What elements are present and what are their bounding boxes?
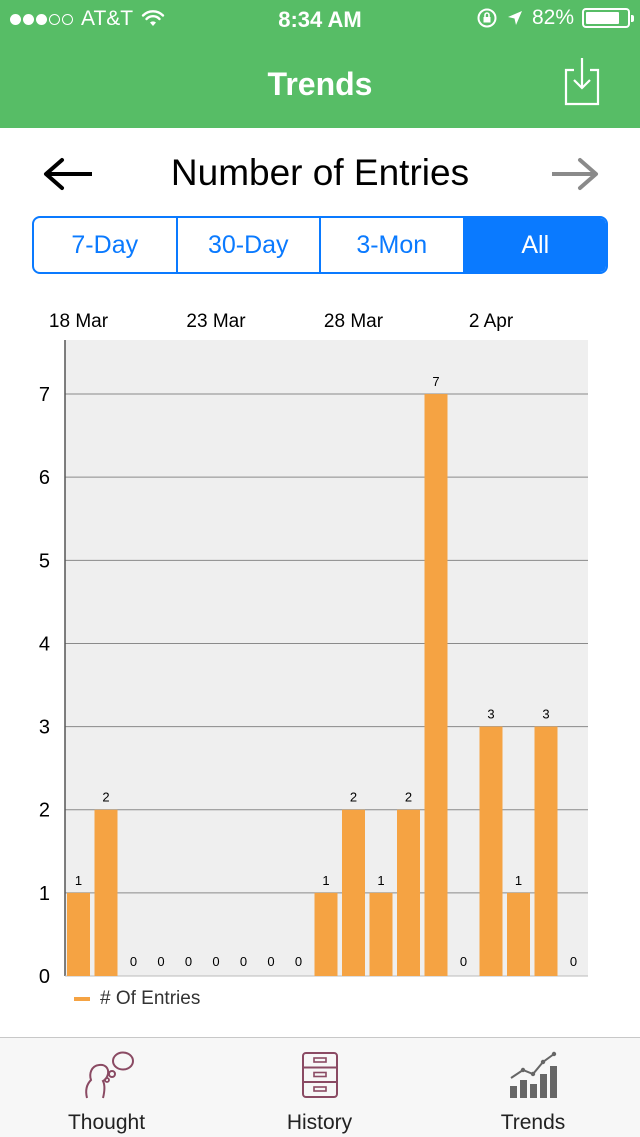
chart-title: Number of Entries [170, 152, 470, 193]
x-tick-label: 28 Mar [324, 311, 384, 332]
bar [342, 809, 365, 976]
y-tick-label: 4 [39, 633, 50, 655]
rotation-lock-icon [477, 8, 497, 28]
export-download-icon[interactable] [562, 56, 602, 108]
y-tick-label: 7 [39, 384, 50, 406]
bar-value-label: 0 [460, 954, 467, 969]
bar [314, 892, 338, 976]
bar-value-label: 0 [130, 954, 137, 969]
bar-value-label: 1 [377, 873, 384, 888]
file-cabinet-icon [301, 1052, 338, 1098]
battery-percent: 82% [531, 6, 574, 29]
bar-value-label: 2 [102, 790, 109, 805]
bar-value-label: 1 [75, 873, 82, 888]
bar-value-label: 0 [570, 954, 577, 969]
tab-thought[interactable]: Thought [0, 1038, 213, 1137]
trends-chart-icon [510, 1051, 557, 1098]
segment-all[interactable]: All [464, 218, 606, 272]
tab-trends-label: Trends [500, 1111, 566, 1134]
segment-3-mon[interactable]: 3-Mon [321, 218, 465, 272]
chart-header: Number of Entries [0, 140, 640, 210]
bar-value-label: 2 [405, 790, 412, 805]
location-arrow-icon [507, 11, 522, 25]
chart-svg: 0 1 2 3 4 5 6 7 1 2 0 0 0 0 0 0 0 1 2 1 2 7 0 3 1 3 0 18 Mar 23 Mar 2… [39, 311, 588, 988]
bar-value-label: 0 [185, 954, 192, 969]
tab-history-label: History [286, 1111, 353, 1134]
bar-value-label: 0 [295, 954, 302, 969]
y-tick-label: 1 [39, 883, 50, 905]
tab-history[interactable]: History [213, 1038, 426, 1137]
entries-bar-chart: 0 1 2 3 4 5 6 7 1 2 0 0 0 0 0 0 0 1 2 1 2 7 0 3 1 3 0 18 Mar 23 Mar 2… [0, 290, 640, 1020]
y-tick-label: 0 [39, 966, 50, 988]
x-tick-label: 2 Apr [469, 311, 514, 332]
bar [534, 726, 558, 976]
tab-thought-label: Thought [67, 1111, 146, 1134]
bar-value-label: 0 [212, 954, 219, 969]
bar-value-label: 3 [487, 707, 494, 722]
y-tick-label: 5 [39, 550, 50, 572]
bar [507, 892, 530, 976]
chart-legend: # Of Entries [74, 988, 200, 1010]
legend-label: # Of Entries [100, 988, 201, 1009]
y-tick-label: 2 [39, 800, 50, 822]
bar-value-label: 7 [432, 374, 439, 389]
segment-7-day[interactable]: 7-Day [34, 218, 178, 272]
range-segmented-control: 7-Day 30-Day 3-Mon All [32, 216, 608, 274]
bar-value-label: 1 [515, 873, 522, 888]
bar [424, 394, 448, 977]
bar [397, 809, 420, 976]
bar-value-label: 1 [322, 873, 329, 888]
bar [479, 726, 503, 976]
bar [67, 892, 90, 976]
bar-value-label: 0 [267, 954, 274, 969]
tab-trends[interactable]: Trends [426, 1038, 640, 1137]
tab-bar: Thought History Trends [0, 1037, 640, 1137]
bar-value-label: 3 [542, 707, 549, 722]
thought-bubble-icon [84, 1051, 134, 1099]
y-tick-label: 3 [39, 717, 50, 739]
x-tick-label: 23 Mar [186, 311, 246, 332]
status-bar: AT&T 8:34 AM 82% [0, 0, 640, 40]
x-tick-label: 18 Mar [49, 311, 109, 332]
bar-value-label: 2 [350, 790, 357, 805]
arrow-right-icon[interactable] [546, 154, 606, 194]
legend-swatch [74, 997, 90, 1001]
y-tick-label: 6 [39, 467, 50, 489]
nav-title: Trends [267, 66, 373, 102]
segment-30-day[interactable]: 30-Day [178, 218, 321, 272]
app-header: AT&T 8:34 AM 82% Trends [0, 0, 640, 128]
bar-value-label: 0 [240, 954, 247, 969]
battery-icon [582, 8, 634, 28]
bar [94, 809, 118, 976]
bar [369, 892, 393, 976]
bar-value-label: 0 [157, 954, 164, 969]
